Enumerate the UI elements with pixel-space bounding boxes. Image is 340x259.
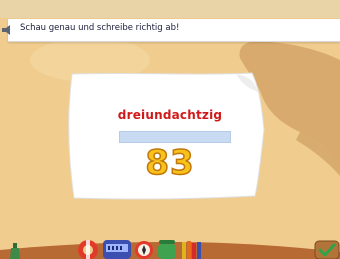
answer-input[interactable] (119, 131, 231, 143)
instruction-text: Schau genau und schreibe richtig ab! (20, 23, 180, 33)
calculator-icon[interactable] (102, 238, 132, 259)
instruction-bar: Schau genau und schreibe richtig ab! (2, 19, 340, 42)
jar-icon[interactable] (156, 238, 178, 259)
bottle-icon[interactable] (6, 241, 26, 259)
toolbar (0, 236, 340, 259)
crayons-icon[interactable] (180, 238, 204, 259)
speaker-icon[interactable] (0, 22, 16, 38)
target-number: 83 (145, 142, 195, 184)
lifebuoy-icon[interactable] (76, 238, 100, 259)
confirm-button[interactable] (314, 240, 340, 259)
number-word: dreiundachtzig (117, 108, 223, 122)
compass-icon[interactable] (134, 238, 154, 259)
